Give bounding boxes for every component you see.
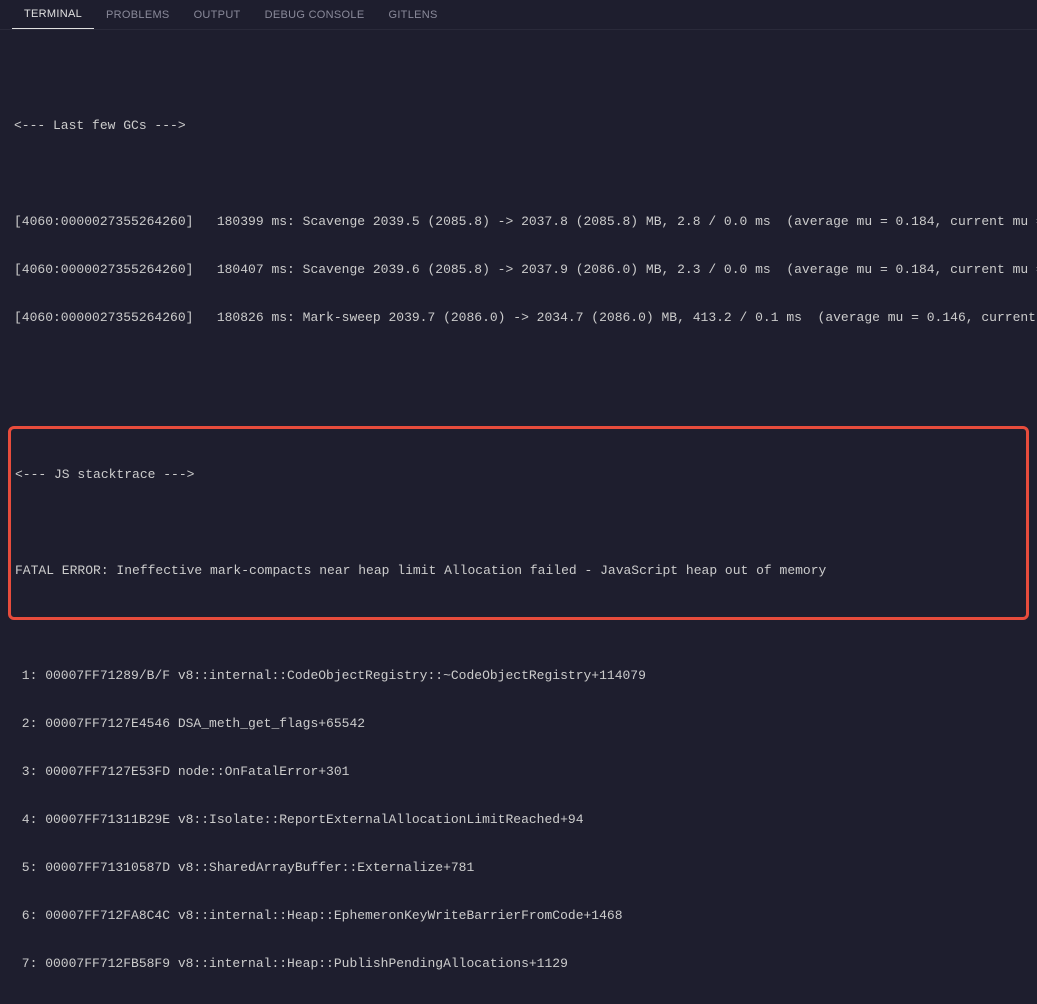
terminal-line bbox=[14, 358, 1023, 374]
stack-line: 3: 00007FF7127E53FD node::OnFatalError+3… bbox=[14, 764, 1023, 780]
stack-line: 1: 00007FF71289/B/F v8::internal::CodeOb… bbox=[14, 668, 1023, 684]
gc-header: <--- Last few GCs ---> bbox=[14, 118, 1023, 134]
tab-gitlens[interactable]: GITLENS bbox=[376, 0, 449, 29]
gc-line: [4060:0000027355264260] 180399 ms: Scave… bbox=[14, 214, 1023, 230]
tab-debug-console[interactable]: DEBUG CONSOLE bbox=[253, 0, 377, 29]
stack-line: 5: 00007FF71310587D v8::SharedArrayBuffe… bbox=[14, 860, 1023, 876]
terminal-output[interactable]: <--- Last few GCs ---> [4060:00000273552… bbox=[0, 30, 1037, 1004]
stack-line: 2: 00007FF7127E4546 DSA_meth_get_flags+6… bbox=[14, 716, 1023, 732]
terminal-line bbox=[14, 70, 1023, 86]
stack-line: 4: 00007FF71311B29E v8::Isolate::ReportE… bbox=[14, 812, 1023, 828]
stack-line: 6: 00007FF712FA8C4C v8::internal::Heap::… bbox=[14, 908, 1023, 924]
tab-output[interactable]: OUTPUT bbox=[182, 0, 253, 29]
terminal-line bbox=[14, 166, 1023, 182]
fatal-error-line: FATAL ERROR: Ineffective mark-compacts n… bbox=[15, 563, 1022, 579]
panel-tabbar: TERMINAL PROBLEMS OUTPUT DEBUG CONSOLE G… bbox=[0, 0, 1037, 30]
stack-line: 7: 00007FF712FB58F9 v8::internal::Heap::… bbox=[14, 956, 1023, 972]
gc-line: [4060:0000027355264260] 180826 ms: Mark-… bbox=[14, 310, 1023, 326]
error-highlight-box: <--- JS stacktrace ---> FATAL ERROR: Ine… bbox=[8, 426, 1029, 620]
gc-line: [4060:0000027355264260] 180407 ms: Scave… bbox=[14, 262, 1023, 278]
tab-terminal[interactable]: TERMINAL bbox=[12, 0, 94, 29]
tab-problems[interactable]: PROBLEMS bbox=[94, 0, 182, 29]
js-stacktrace-header: <--- JS stacktrace ---> bbox=[15, 467, 1022, 483]
terminal-line bbox=[15, 515, 1022, 531]
